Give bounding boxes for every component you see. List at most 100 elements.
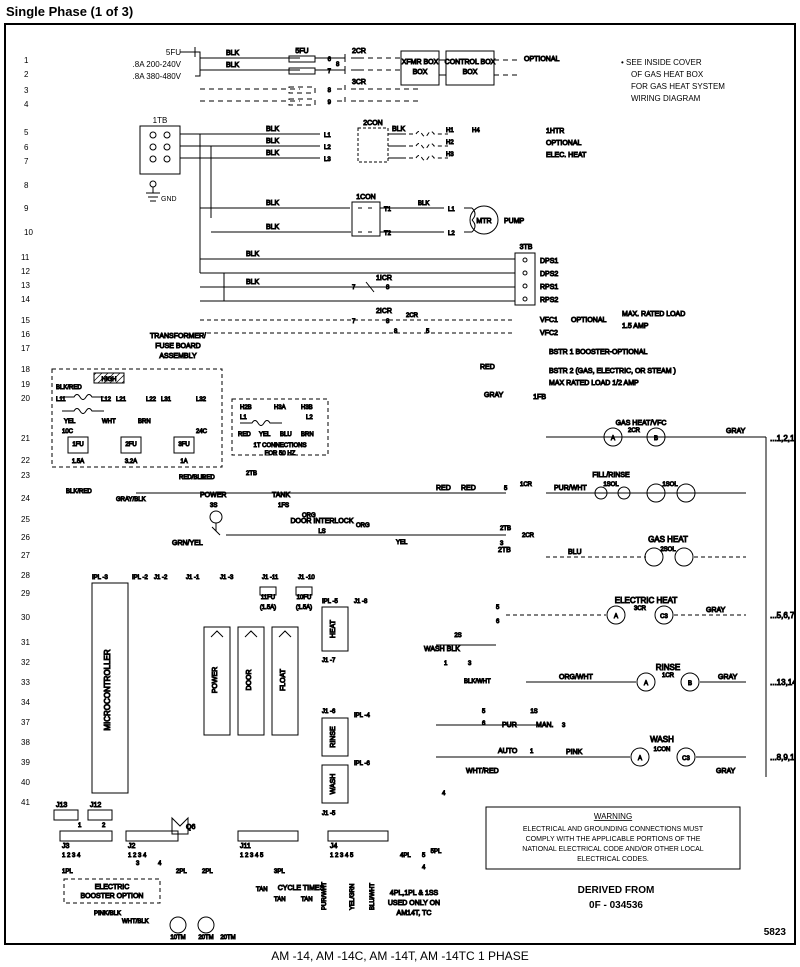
svg-text:21: 21: [21, 434, 30, 443]
svg-text:RINSE: RINSE: [656, 663, 680, 672]
svg-text:HIGH: HIGH: [102, 377, 117, 383]
svg-text:VFC1: VFC1: [540, 317, 558, 324]
svg-text:RED: RED: [461, 485, 476, 492]
svg-text:BLU: BLU: [280, 432, 292, 438]
svg-text:5FU: 5FU: [295, 48, 308, 55]
svg-text:3S: 3S: [210, 503, 217, 509]
svg-text:PUMP: PUMP: [504, 218, 525, 225]
svg-text:BLK/RED: BLK/RED: [66, 489, 92, 495]
svg-text:BOOSTER OPTION: BOOSTER OPTION: [80, 893, 143, 900]
mid-right-controls: 2S WASH BLK 1 3 BLK/WHT 5 6 1S PUR MAN. …: [424, 633, 566, 797]
svg-text:38: 38: [21, 738, 30, 747]
svg-text:32: 32: [21, 658, 30, 667]
svg-text:5: 5: [422, 853, 426, 859]
svg-text:GRAY: GRAY: [718, 674, 738, 681]
svg-text:L1: L1: [324, 133, 331, 139]
svg-text:11: 11: [21, 253, 30, 262]
svg-text:12: 12: [21, 267, 30, 276]
svg-text:GRAY: GRAY: [484, 392, 504, 399]
svg-text:4PL,1PL & 1SS: 4PL,1PL & 1SS: [390, 890, 439, 897]
svg-text:CONTROL BOX: CONTROL BOX: [445, 59, 496, 66]
svg-text:1CR: 1CR: [520, 482, 533, 488]
svg-text:9: 9: [24, 204, 29, 213]
svg-text:H1: H1: [446, 128, 454, 134]
svg-text:1: 1: [444, 661, 448, 667]
svg-text:YEL: YEL: [64, 419, 76, 425]
micro-panel: MICROCONTROLLER IPL -3 IPL -2 J1 -2 J1 -…: [66, 364, 511, 793]
svg-text:RED: RED: [202, 475, 215, 481]
svg-text:L2: L2: [306, 415, 313, 421]
svg-text:J1 -8: J1 -8: [354, 599, 368, 605]
svg-text:2: 2: [24, 70, 29, 79]
gas-heat-note: • SEE INSIDE COVER OF GAS HEAT BOX FOR G…: [621, 58, 725, 103]
svg-text:IPL -2: IPL -2: [132, 575, 148, 581]
svg-text:3: 3: [468, 661, 472, 667]
svg-text:4: 4: [442, 791, 446, 797]
svg-text:DERIVED FROM: DERIVED FROM: [578, 885, 655, 896]
svg-text:RPS1: RPS1: [540, 284, 558, 291]
svg-text:PUR/WHT: PUR/WHT: [554, 485, 587, 492]
svg-text:NATIONAL ELECTRICAL CODE AND/O: NATIONAL ELECTRICAL CODE AND/OR OTHER LO…: [522, 846, 703, 853]
svg-text:GRAY: GRAY: [726, 428, 746, 435]
svg-text:H3A: H3A: [274, 405, 286, 411]
svg-text:MAX RATED LOAD 1/2 AMP: MAX RATED LOAD 1/2 AMP: [549, 380, 639, 387]
svg-text:1PL: 1PL: [62, 869, 73, 875]
svg-text:1A: 1A: [180, 459, 187, 465]
svg-text:1TB: 1TB: [153, 116, 168, 125]
svg-text:11FU: 11FU: [261, 595, 275, 601]
svg-text:GRAY: GRAY: [716, 768, 736, 775]
svg-text:YEL: YEL: [259, 432, 271, 438]
svg-text:POWER: POWER: [212, 667, 219, 693]
svg-text:20: 20: [21, 394, 30, 403]
svg-text:IPL -3: IPL -3: [92, 575, 108, 581]
svg-text:5: 5: [482, 709, 486, 715]
svg-text:L22: L22: [146, 397, 157, 403]
svg-text:RED: RED: [436, 485, 451, 492]
svg-text:IPL -4: IPL -4: [354, 713, 370, 719]
svg-text:2TB: 2TB: [500, 526, 511, 532]
svg-text:28: 28: [21, 571, 30, 580]
svg-text:1FB: 1FB: [533, 394, 546, 401]
svg-text:5FU: 5FU: [166, 48, 181, 57]
svg-text:7: 7: [24, 157, 29, 166]
svg-text:BRN: BRN: [301, 432, 314, 438]
wiring-diagram: 1 2 3 4 5 6 7 8 9 10 11 12 13 14 15 16 1…: [6, 25, 794, 943]
svg-text:2PL: 2PL: [202, 869, 213, 875]
svg-text:J1 -7: J1 -7: [322, 658, 336, 664]
svg-text:1 2 3 4 5: 1 2 3 4 5: [240, 853, 264, 859]
svg-text:MICROCONTROLLER: MICROCONTROLLER: [103, 649, 112, 731]
svg-text:1FS: 1FS: [278, 503, 289, 509]
svg-text:J1 -10: J1 -10: [298, 575, 315, 581]
svg-text:GRAY/BLK: GRAY/BLK: [116, 497, 146, 503]
svg-text:LS: LS: [318, 529, 325, 535]
svg-text:1 2 3 4: 1 2 3 4: [128, 853, 147, 859]
svg-text:J11: J11: [240, 843, 251, 850]
terminal-block-1tb: 1TB 5FU .8A 200-240V .8A 380-480V GND: [133, 48, 182, 203]
svg-text:6: 6: [496, 619, 500, 625]
svg-text:2ICR: 2ICR: [376, 308, 392, 315]
svg-text:1CON: 1CON: [356, 194, 375, 201]
svg-text:16: 16: [21, 330, 30, 339]
svg-text:39: 39: [21, 758, 30, 767]
svg-text:2S: 2S: [454, 633, 461, 639]
svg-text:L2: L2: [324, 145, 331, 151]
svg-text:H2B: H2B: [240, 405, 252, 411]
svg-text:AM14T, TC: AM14T, TC: [397, 910, 432, 917]
svg-text:FLOAT: FLOAT: [280, 668, 287, 691]
svg-text:IPL -6: IPL -6: [354, 761, 370, 767]
svg-text:FUSE BOARD: FUSE BOARD: [155, 343, 201, 350]
svg-text:1CR: 1CR: [662, 673, 675, 679]
svg-text:L12: L12: [101, 397, 112, 403]
svg-text:J1 -3: J1 -3: [220, 575, 234, 581]
svg-text:3: 3: [136, 861, 140, 867]
svg-text:17: 17: [21, 344, 30, 353]
svg-text:4: 4: [158, 861, 162, 867]
svg-text:GRN/YEL: GRN/YEL: [172, 540, 203, 547]
svg-text:WIRING DIAGRAM: WIRING DIAGRAM: [631, 94, 701, 103]
svg-text:H3: H3: [446, 152, 454, 158]
svg-text:BLK/RED: BLK/RED: [56, 385, 82, 391]
svg-text:.8A 200-240V: .8A 200-240V: [133, 60, 182, 69]
svg-text:WASH: WASH: [330, 774, 337, 795]
svg-text:L11: L11: [56, 397, 66, 403]
svg-text:33: 33: [21, 678, 30, 687]
